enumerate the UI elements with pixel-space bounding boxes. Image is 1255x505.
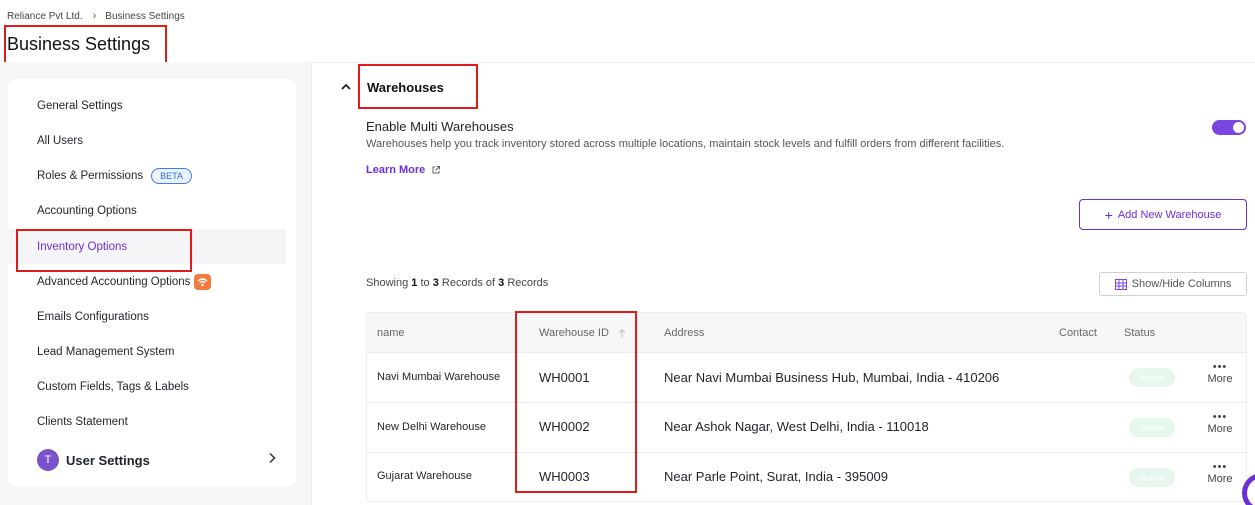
user-settings-item[interactable]: T User Settings xyxy=(37,447,277,473)
warehouse-name: Gujarat Warehouse xyxy=(377,470,472,482)
user-settings-label: User Settings xyxy=(66,452,150,468)
more-icon: ••• xyxy=(1212,411,1228,423)
status-badge: Active xyxy=(1129,368,1175,387)
warehouse-id: WH0002 xyxy=(539,419,590,434)
show-hide-columns-label: Show/Hide Columns xyxy=(1131,278,1232,290)
external-link-icon xyxy=(431,165,441,175)
column-header-contact[interactable]: Contact xyxy=(1059,327,1097,339)
column-header-warehouse-id[interactable]: Warehouse ID xyxy=(539,327,626,339)
records-to-word: to xyxy=(420,277,430,289)
status-badge: Active xyxy=(1129,418,1175,437)
sidebar: General Settings All Users Roles & Permi… xyxy=(8,79,296,486)
warehouse-address: Near Ashok Nagar, West Delhi, India - 11… xyxy=(664,419,929,434)
avatar: T xyxy=(37,449,59,471)
more-button[interactable]: ••• More xyxy=(1205,411,1235,436)
sidebar-item-label: Lead Management System xyxy=(37,345,175,358)
records-suffix: Records xyxy=(507,277,549,289)
column-header-name[interactable]: name xyxy=(377,327,405,339)
more-icon: ••• xyxy=(1212,461,1228,473)
column-header-label: Warehouse ID xyxy=(539,327,609,339)
breadcrumb-current: Business Settings xyxy=(105,10,185,22)
table-row[interactable]: New Delhi Warehouse WH0002 Near Ashok Na… xyxy=(367,403,1246,453)
sidebar-item-all-users[interactable]: All Users xyxy=(8,123,286,158)
chevron-right-icon: › xyxy=(92,10,97,22)
chat-icon xyxy=(1247,478,1255,505)
chevron-right-icon xyxy=(267,451,277,469)
sidebar-item-label: Accounting Options xyxy=(37,204,137,217)
more-button[interactable]: ••• More xyxy=(1205,361,1235,386)
table-header: name Warehouse ID Address Contact Status xyxy=(367,313,1246,353)
page-title: Business Settings xyxy=(7,34,151,54)
warehouses-table: name Warehouse ID Address Contact Status… xyxy=(366,312,1247,502)
multi-warehouse-toggle[interactable] xyxy=(1212,120,1246,135)
sidebar-item-inventory-options[interactable]: Inventory Options xyxy=(8,229,286,264)
chevron-up-icon[interactable] xyxy=(340,80,352,98)
table-row[interactable]: Gujarat Warehouse WH0003 Near Parle Poin… xyxy=(367,453,1246,501)
sidebar-item-emails-configurations[interactable]: Emails Configurations xyxy=(8,299,286,334)
sidebar-item-label: Advanced Accounting Options xyxy=(37,275,191,288)
section-title: Warehouses xyxy=(367,80,444,95)
warehouse-name: Navi Mumbai Warehouse xyxy=(377,371,501,383)
sidebar-item-roles-permissions[interactable]: Roles & Permissions BETA xyxy=(8,158,286,193)
more-icon: ••• xyxy=(1212,361,1228,373)
more-label: More xyxy=(1207,473,1233,485)
status-badge: Active xyxy=(1129,468,1175,487)
divider xyxy=(312,62,1255,63)
more-button[interactable]: ••• More xyxy=(1205,461,1235,486)
records-to: 3 xyxy=(432,277,439,289)
breadcrumb: Reliance Pvt Ltd. › Business Settings xyxy=(7,10,185,22)
sidebar-item-custom-fields[interactable]: Custom Fields, Tags & Labels xyxy=(8,369,286,404)
warehouse-address: Near Parle Point, Surat, India - 395009 xyxy=(664,469,889,484)
sidebar-item-label: General Settings xyxy=(37,99,123,112)
sidebar-item-label: Clients Statement xyxy=(37,415,128,428)
records-summary: Showing 1 to 3 Records of 3 Records xyxy=(366,277,548,289)
breadcrumb-company[interactable]: Reliance Pvt Ltd. xyxy=(7,11,83,22)
warehouse-id: WH0003 xyxy=(539,469,590,484)
learn-more-link[interactable]: Learn More xyxy=(366,164,441,176)
sidebar-item-general-settings[interactable]: General Settings xyxy=(8,88,286,123)
more-label: More xyxy=(1207,423,1233,435)
beta-badge: BETA xyxy=(151,167,192,184)
more-label: More xyxy=(1207,373,1233,385)
sidebar-item-lead-management-system[interactable]: Lead Management System xyxy=(8,334,286,369)
add-warehouse-label: Add New Warehouse xyxy=(1117,208,1222,221)
sort-arrow-icon xyxy=(618,328,626,338)
learn-more-label: Learn More xyxy=(366,164,426,176)
warehouse-name: New Delhi Warehouse xyxy=(377,421,487,433)
records-of: Records of xyxy=(441,277,496,289)
multi-warehouse-title: Enable Multi Warehouses xyxy=(366,119,514,134)
toggle-knob xyxy=(1233,122,1244,133)
show-hide-columns-button[interactable]: Show/Hide Columns xyxy=(1099,272,1247,296)
plus-icon: + xyxy=(1104,206,1113,223)
sidebar-item-label: Custom Fields, Tags & Labels xyxy=(37,380,189,393)
column-header-address[interactable]: Address xyxy=(664,327,704,339)
wifi-icon xyxy=(194,273,212,290)
sidebar-item-clients-statement[interactable]: Clients Statement xyxy=(8,404,286,439)
records-total: 3 xyxy=(498,277,505,289)
warehouse-address: Near Navi Mumbai Business Hub, Mumbai, I… xyxy=(664,370,1000,385)
sidebar-pane: General Settings All Users Roles & Permi… xyxy=(0,62,312,505)
columns-icon xyxy=(1114,278,1132,290)
sidebar-item-advanced-accounting-options[interactable]: Advanced Accounting Options xyxy=(8,264,286,299)
sidebar-item-label: Inventory Options xyxy=(37,240,128,253)
records-prefix: Showing xyxy=(366,277,409,289)
sidebar-item-label: Emails Configurations xyxy=(37,310,149,323)
records-from: 1 xyxy=(411,277,418,289)
sidebar-item-label: All Users xyxy=(37,134,84,147)
add-warehouse-button[interactable]: + Add New Warehouse xyxy=(1079,199,1247,230)
table-row[interactable]: Navi Mumbai Warehouse WH0001 Near Navi M… xyxy=(367,353,1246,403)
column-header-status[interactable]: Status xyxy=(1124,327,1155,339)
sidebar-item-label: Roles & Permissions xyxy=(37,169,144,182)
warehouse-id: WH0001 xyxy=(539,370,590,385)
sidebar-item-accounting-options[interactable]: Accounting Options xyxy=(8,193,286,228)
multi-warehouse-description: Warehouses help you track inventory stor… xyxy=(366,138,1005,150)
